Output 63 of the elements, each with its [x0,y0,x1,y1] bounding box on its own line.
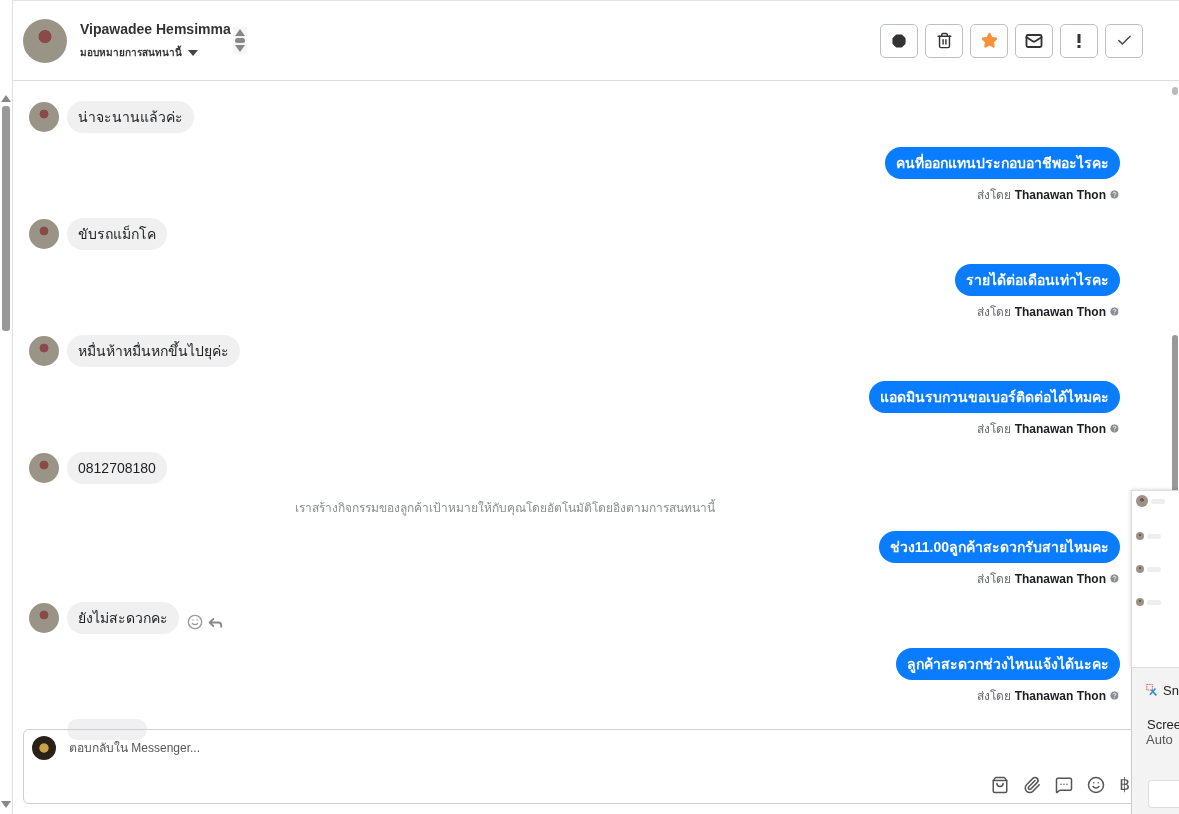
scrollbar-thumb[interactable] [1172,87,1178,95]
previous-icon[interactable] [234,29,245,36]
received-message: น่าจะนานแล้วค่ะ [67,101,194,133]
scrollbar-thumb[interactable] [2,106,10,331]
saved-replies-button[interactable] [1055,775,1074,794]
sent-by-label: ส่งโดย Thanawan Thon [977,571,1106,588]
smile-icon [1087,775,1106,794]
contact-name: Vipawadee Hemsimma [80,21,231,37]
sent-by-label: ส่งโดย Thanawan Thon [977,304,1106,321]
star-button[interactable] [970,23,1008,58]
help-icon[interactable] [1109,306,1120,317]
important-button[interactable] [1060,23,1098,58]
notification-app-name: Sn [1163,682,1179,698]
dash-icon [234,38,245,43]
emoji-button[interactable] [1087,775,1106,794]
sent-message: รายได้ต่อเดือนเท่าไรคะ [955,264,1120,296]
star-icon [980,32,998,49]
attach-button[interactable] [1023,775,1042,794]
contact-avatar [29,453,59,483]
screenshot-thumbnail[interactable] [1131,490,1179,668]
sent-message: ลูกค้าสะดวกช่วงไหนแจ้งได้นะคะ [896,648,1120,680]
contact-avatar [29,336,59,366]
scissors-icon [1146,682,1158,698]
contact-avatar [23,18,67,63]
spam-button[interactable] [880,23,918,58]
payment-button[interactable]: ฿ [1119,774,1130,795]
done-button[interactable] [1105,23,1143,58]
alert-icon [890,31,908,50]
exclamation-icon [1077,33,1081,48]
received-message: ยังไม่สะดวกคะ [67,602,179,634]
delete-button[interactable] [925,23,963,58]
sent-message: แอดมินรบกวนขอเบอร์ติดต่อได้ไหมคะ [869,381,1120,413]
received-message: หมื่นห้าหมื่นหกขึ้นไปยุค่ะ [67,335,240,367]
sent-by-label: ส่งโดย Thanawan Thon [977,421,1106,438]
help-icon[interactable] [1109,690,1120,701]
help-icon[interactable] [1109,423,1120,434]
sent-by-label: ส่งโดย Thanawan Thon [977,187,1106,204]
trash-icon [935,32,953,49]
next-icon[interactable] [234,45,245,52]
help-icon[interactable] [1109,189,1120,200]
scroll-down-icon[interactable] [1,801,11,808]
notification-subtitle: Auto [1146,732,1174,747]
page-avatar [32,736,56,760]
contact-avatar [29,603,59,633]
help-icon[interactable] [1109,573,1120,584]
shopping-bag-icon [991,775,1010,794]
contact-avatar [29,102,59,132]
paperclip-icon [1023,775,1042,794]
sent-by-label: ส่งโดย Thanawan Thon [977,688,1106,705]
mail-icon [1025,31,1043,50]
sent-message: ช่วง11.00ลูกค้าสะดวกรับสายไหมคะ [878,531,1120,563]
sent-message: คนที่ออกแทนประกอบอาชีพอะไรคะ [885,147,1120,179]
shop-button[interactable] [991,775,1010,794]
received-message: ขับรถแม็กโค [67,218,167,250]
received-message: 0812708180 [67,452,167,484]
chat-icon [1055,775,1074,794]
mail-button[interactable] [1015,23,1053,58]
caret-icon [188,49,198,56]
assign-conversation-dropdown[interactable]: มอบหมายการสนทนานี้ [80,45,231,60]
system-notice: เราสร้างกิจกรรมของลูกค้าเป้าหมายให้กับคุณโดยอัตโนมัติโดยอิงตามการสนทนานี้ [294,498,715,517]
react-icon[interactable] [187,613,203,630]
scroll-up-icon[interactable] [1,95,11,102]
contact-avatar [29,219,59,249]
